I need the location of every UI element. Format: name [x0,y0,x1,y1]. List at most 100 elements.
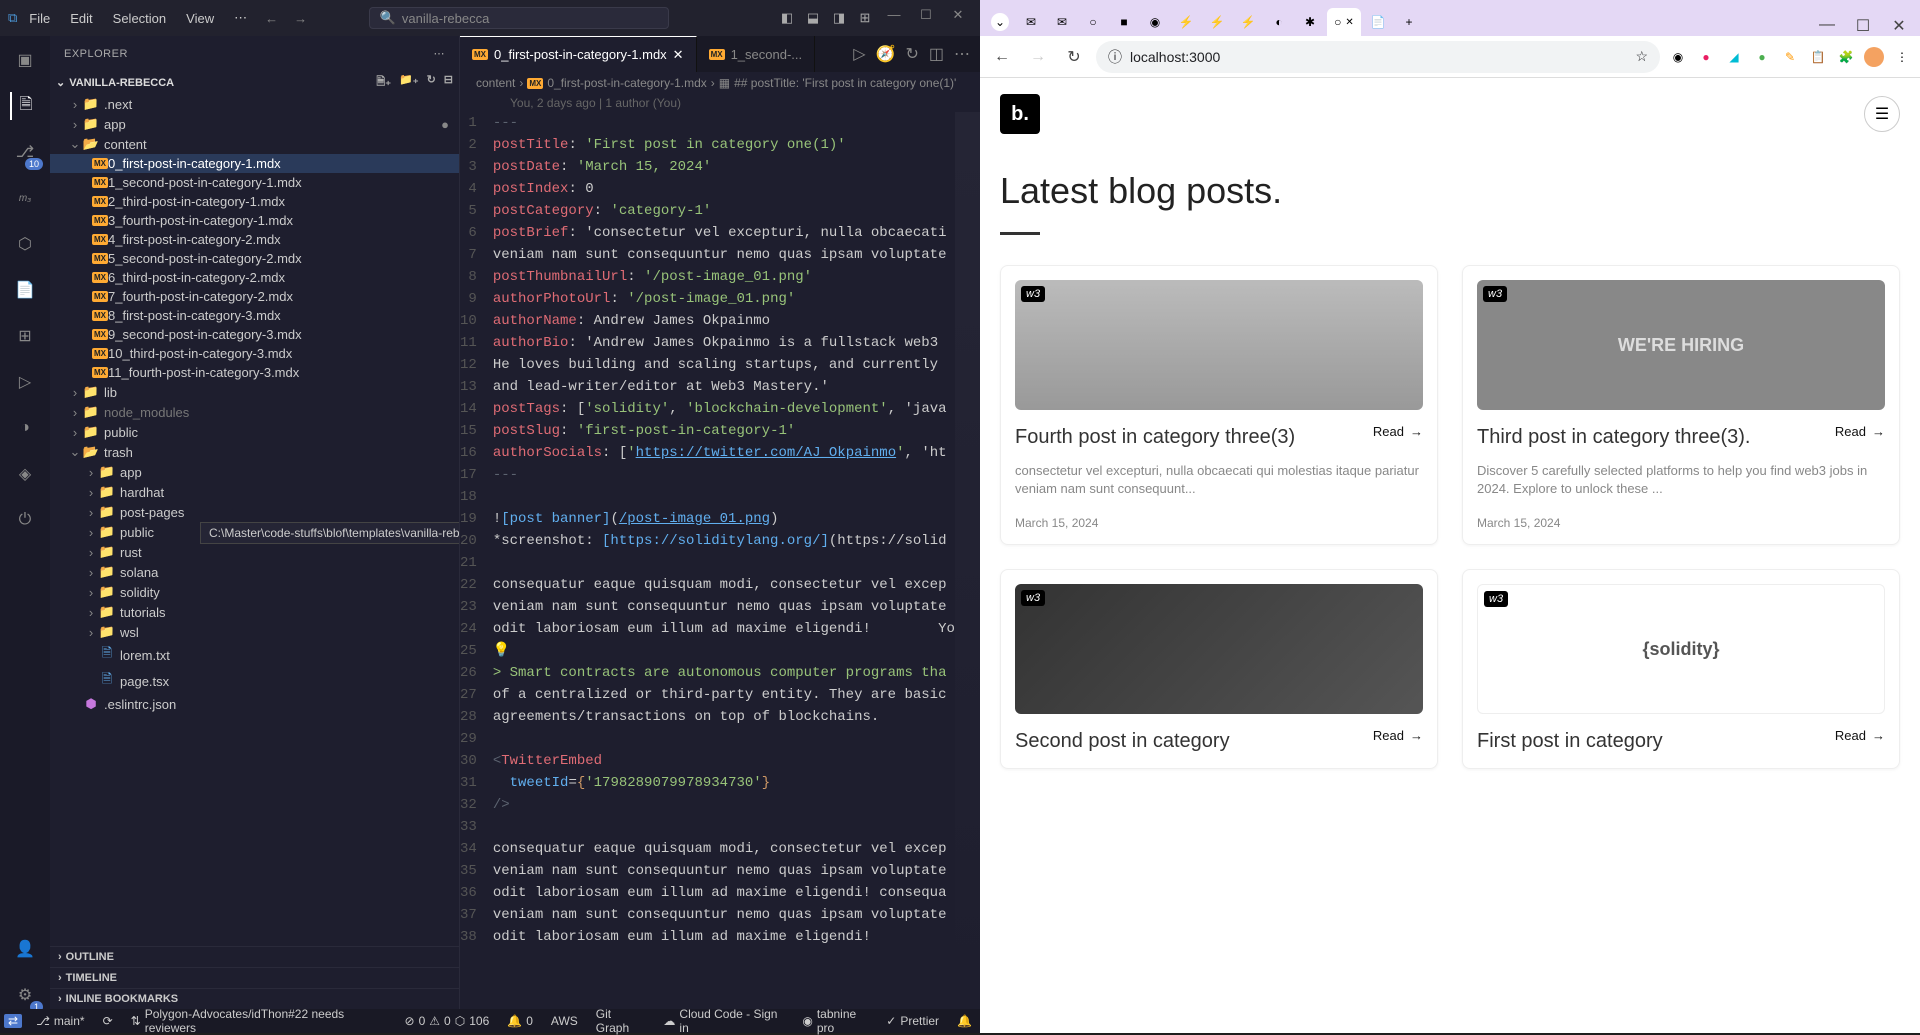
source-control-icon[interactable]: ⎇10 [11,138,39,166]
chrome-tab-10[interactable]: ✱ [1296,8,1324,36]
trash-lorem.txt[interactable]: 🗎lorem.txt [50,642,459,668]
command-center[interactable]: 🔍 vanilla-rebecca [369,7,669,29]
file-1_second-post-in-category-1.mdx[interactable]: MX 1_second-post-in-category-1.mdx [50,173,459,192]
mastery-icon[interactable]: m₃ [11,184,39,212]
file-8_first-post-in-category-3.mdx[interactable]: MX 8_first-post-in-category-3.mdx [50,306,459,325]
trash-solidity[interactable]: ›📁solidity [50,582,459,602]
nav-forward[interactable]: → [288,11,313,26]
remote-button[interactable]: ⇄ [4,1014,22,1028]
chrome-tab-docs[interactable]: 📄 [1364,8,1392,36]
chrome-tab-6[interactable]: ⚡ [1172,8,1200,36]
tab-second[interactable]: MX 1_second-... [697,36,816,72]
folder-lib[interactable]: ›📁lib [50,382,459,402]
folder-trash[interactable]: ⌄📂trash [50,442,459,462]
refresh-icon[interactable]: ↻ [427,73,436,92]
folder-app[interactable]: ›📁app● [50,114,459,134]
code-editor[interactable]: 1234567891011121314151617181920212223242… [460,112,980,1009]
chrome-new-tab[interactable]: + [1395,8,1423,36]
chrome-tab-3[interactable]: ○ [1079,8,1107,36]
trash-app[interactable]: ›📁app [50,462,459,482]
branch-indicator[interactable]: ⎇ main* [32,1014,89,1028]
chrome-max[interactable]: ☐ [1848,16,1878,36]
chrome-tab-9[interactable]: ◐ [1265,8,1293,36]
menu-icon[interactable]: ⋮ [1892,47,1912,67]
new-folder-icon[interactable]: 📁₊ [399,73,419,92]
file-0_first-post-in-category-1.mdx[interactable]: MX 0_first-post-in-category-1.mdx [50,154,459,173]
file-6_third-post-in-category-2.mdx[interactable]: MX 6_third-post-in-category-2.mdx [50,268,459,287]
folder-node-modules[interactable]: ›📁node_modules [50,402,459,422]
chrome-tab-gmail2[interactable]: ✉ [1048,8,1076,36]
extensions-icon[interactable]: ⊞ [11,322,39,350]
aws[interactable]: AWS [547,1014,582,1028]
ext-2[interactable]: ● [1696,47,1716,67]
folder-content[interactable]: ⌄📂content [50,134,459,154]
layout-bottom-icon[interactable]: ⬓ [802,7,824,29]
back-button[interactable]: ← [988,43,1016,71]
project-header[interactable]: ⌄ VANILLA-REBECCA 🗎₊ 📁₊ ↻ ⊟ [50,71,459,94]
nav-back[interactable]: ← [259,11,284,26]
chrome-tab-search[interactable]: ⌄ [986,8,1014,36]
file-2_third-post-in-category-1.mdx[interactable]: MX 2_third-post-in-category-1.mdx [50,192,459,211]
git-graph[interactable]: Git Graph [592,1007,650,1035]
circle-icon[interactable]: ◑ [11,414,39,442]
post-card[interactable]: w3{solidity}First post in categoryRead → [1462,569,1900,769]
file-eslint[interactable]: ⬢.eslintrc.json [50,694,459,714]
notifications[interactable]: 🔔 0 [503,1014,537,1028]
file-5_second-post-in-category-2.mdx[interactable]: MX 5_second-post-in-category-2.mdx [50,249,459,268]
collapse-icon[interactable]: ⊟ [444,73,453,92]
chrome-tab-active[interactable]: ○ ✕ [1327,8,1361,36]
file-9_second-post-in-category-3.mdx[interactable]: MX 9_second-post-in-category-3.mdx [50,325,459,344]
trash-tutorials[interactable]: ›📁tutorials [50,602,459,622]
problems[interactable]: ⊘ 0 ⚠ 0 ⬡ 106 [401,1014,494,1028]
more-icon[interactable]: ⋯ [434,47,446,60]
read-link[interactable]: Read → [1835,424,1885,439]
post-card[interactable]: w3WE'RE HIRINGThird post in category thr… [1462,265,1900,545]
split-icon[interactable]: ◫ [929,44,944,64]
post-card[interactable]: w3Fourth post in category three(3)Read →… [1000,265,1438,545]
file-10_third-post-in-category-3.mdx[interactable]: MX 10_third-post-in-category-3.mdx [50,344,459,363]
sync-icon[interactable]: ↻ [905,44,918,64]
trash-public[interactable]: ›📁publicC:\Master\code-stuffs\blof\templ… [50,522,459,542]
layout-right-icon[interactable]: ◨ [828,7,850,29]
chrome-tab-4[interactable]: ■ [1110,8,1138,36]
reload-button[interactable]: ↻ [1060,43,1088,71]
close-tab-icon[interactable]: ✕ [673,47,684,63]
trash-rust[interactable]: ›📁rust [50,542,459,562]
cloud-code[interactable]: ☁ Cloud Code - Sign in [659,1007,788,1035]
avatar[interactable] [1864,47,1884,67]
maximize-button[interactable]: ☐ [912,7,940,29]
ext-4[interactable]: ● [1752,47,1772,67]
cube-icon[interactable]: ◈ [11,460,39,488]
file-3_fourth-post-in-category-1.mdx[interactable]: MX 3_fourth-post-in-category-1.mdx [50,211,459,230]
chrome-tab-gmail1[interactable]: ✉ [1017,8,1045,36]
post-card[interactable]: w3Second post in categoryRead → [1000,569,1438,769]
layout-grid-icon[interactable]: ⊞ [854,7,876,29]
read-link[interactable]: Read → [1373,424,1423,439]
site-logo[interactable]: b. [1000,94,1040,134]
new-file-icon[interactable]: 🗎₊ [376,73,391,92]
star-icon[interactable]: ☆ [1635,48,1648,65]
trash-wsl[interactable]: ›📁wsl [50,622,459,642]
read-link[interactable]: Read → [1373,728,1423,743]
run-icon[interactable]: ▷ [11,368,39,396]
folder-public[interactable]: ›📁public [50,422,459,442]
ext-5[interactable]: ✎ [1780,47,1800,67]
doc-icon[interactable]: 📄 [11,276,39,304]
sync-status[interactable]: ⟳ [99,1014,117,1028]
file-4_first-post-in-category-2.mdx[interactable]: MX 4_first-post-in-category-2.mdx [50,230,459,249]
close-button[interactable]: ✕ [944,7,972,29]
minimize-button[interactable]: — [880,7,908,29]
menu-view[interactable]: View [178,7,222,30]
trash-hardhat[interactable]: ›📁hardhat [50,482,459,502]
chrome-tab-5[interactable]: ◉ [1141,8,1169,36]
file-11_fourth-post-in-category-3.mdx[interactable]: MX 11_fourth-post-in-category-3.mdx [50,363,459,382]
prettier[interactable]: ✓ Prettier [882,1007,943,1035]
folder-next[interactable]: ›📁.next [50,94,459,114]
chrome-min[interactable]: — [1812,16,1842,36]
breadcrumb[interactable]: content › MX 0_first-post-in-category-1.… [460,72,980,94]
ext-puzzle[interactable]: 🧩 [1836,47,1856,67]
menu-edit[interactable]: Edit [62,7,100,30]
menu-file[interactable]: File [21,7,58,30]
ext-1[interactable]: ◉ [1668,47,1688,67]
settings-icon[interactable]: ⚙1 [11,981,39,1009]
